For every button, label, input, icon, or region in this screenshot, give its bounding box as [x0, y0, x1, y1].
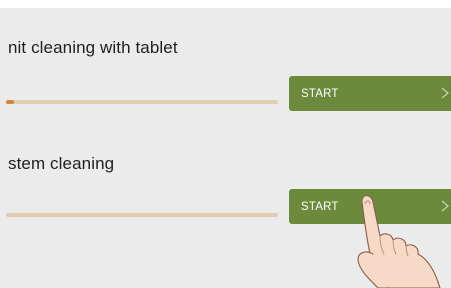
program-title-unit-cleaning: nit cleaning with tablet: [8, 38, 178, 57]
chevron-right-icon: [441, 200, 449, 212]
program-progress-track-system-cleaning: [6, 213, 278, 217]
program-title-system-cleaning: stem cleaning: [8, 154, 115, 173]
program-progress-track-unit-cleaning: [6, 100, 278, 104]
start-button-unit-cleaning[interactable]: START: [289, 76, 451, 111]
cleaning-programs-screen: nit cleaning with tablet START stem clea…: [0, 8, 451, 288]
start-button-label: START: [301, 87, 339, 100]
start-button-label: START: [301, 200, 339, 213]
program-progress-fill-unit-cleaning: [6, 100, 15, 104]
start-button-system-cleaning[interactable]: START: [289, 189, 451, 224]
chevron-right-icon: [441, 87, 449, 99]
